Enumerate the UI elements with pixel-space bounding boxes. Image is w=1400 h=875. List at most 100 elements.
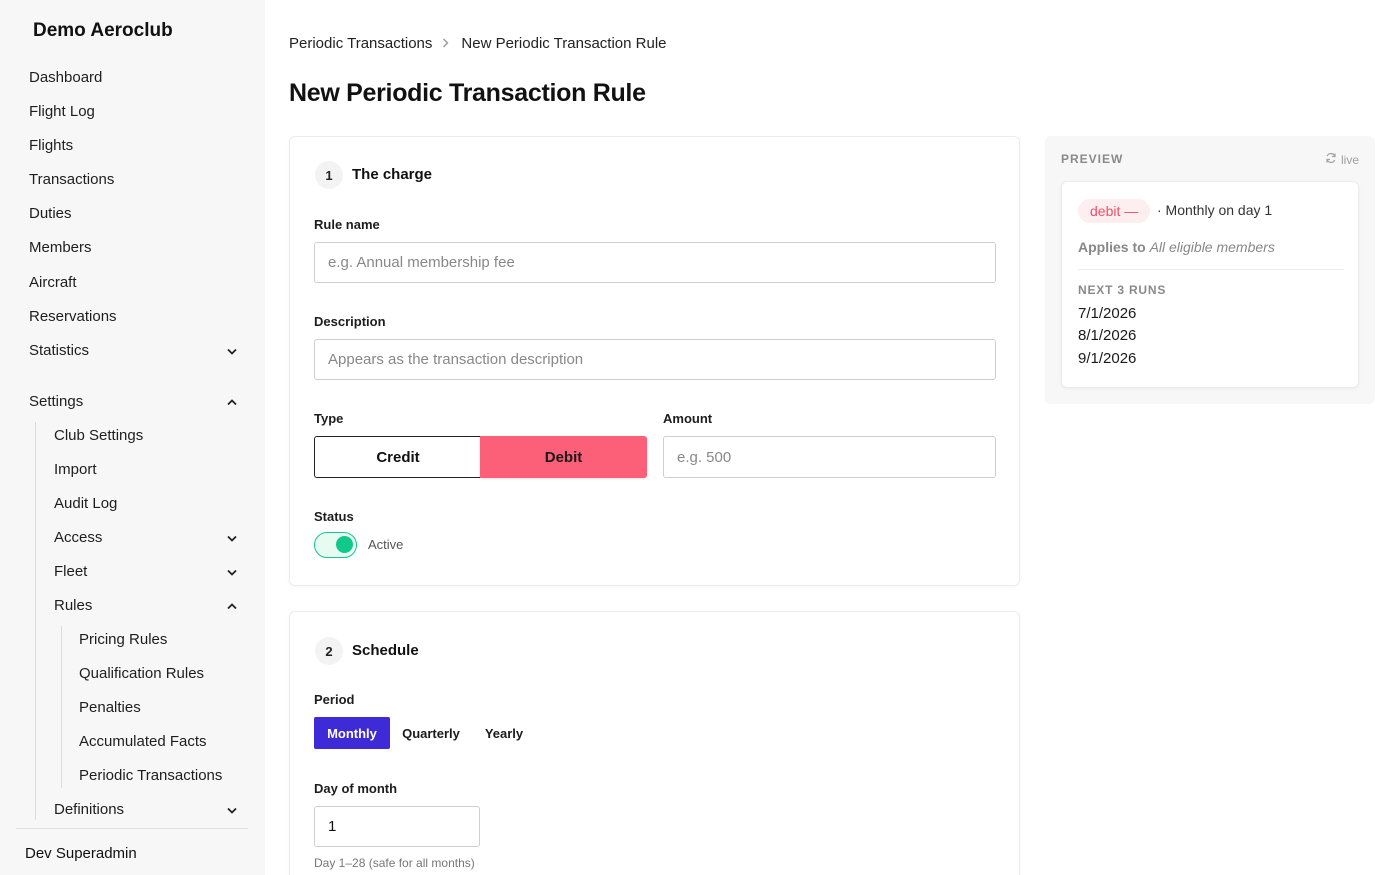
sidebar-item-pricing-rules[interactable]: Pricing Rules [79,628,239,652]
period-quarterly-button[interactable]: Quarterly [394,717,468,749]
sidebar-item-label: Definitions [54,801,125,818]
refresh-icon [1325,152,1337,167]
schedule-summary: · Monthly on day 1 [1157,202,1273,218]
sidebar-item-label: Reservations [29,308,117,325]
sidebar-item-aircraft[interactable]: Aircraft [29,271,239,295]
next-runs-heading: NEXT 3 RUNS [1078,283,1167,297]
preview-divider [1078,269,1344,270]
run-date: 9/1/2026 [1078,350,1137,367]
type-credit-button[interactable]: Credit [314,436,481,478]
chevron-up-icon [225,390,239,414]
rule-name-input[interactable]: e.g. Annual membership fee [314,242,996,283]
run-date: 7/1/2026 [1078,305,1137,322]
tree-line [35,422,36,820]
sidebar-item-label: Members [29,239,92,256]
sidebar-item-label: Flights [29,137,74,154]
day-of-month-hint: Day 1–28 (safe for all months) [314,856,475,870]
step-number: 1 [315,161,343,189]
sidebar-item-transactions[interactable]: Transactions [29,168,239,192]
sidebar-item-access[interactable]: Access [54,526,239,550]
applies-target: All eligible members [1149,239,1275,255]
preview-heading: PREVIEW [1061,152,1124,166]
sidebar-item-label: Transactions [29,171,115,188]
sidebar-item-label: Statistics [29,342,90,359]
sidebar-item-import[interactable]: Import [54,458,239,482]
toggle-knob [336,536,353,553]
sidebar-item-label: Settings [29,393,84,410]
sidebar-item-audit-log[interactable]: Audit Log [54,492,239,516]
sidebar-divider [16,828,248,829]
type-label: Type [314,411,344,426]
sidebar-item-club-settings[interactable]: Club Settings [54,424,239,448]
period-monthly-button[interactable]: Monthly [314,717,390,749]
sidebar-item-reservations[interactable]: Reservations [29,305,239,329]
sidebar-item-accumulated-facts[interactable]: Accumulated Facts [79,730,239,754]
amount-input[interactable]: e.g. 500 [663,436,996,478]
status-label: Status [314,509,354,524]
preview-panel: PREVIEW live debit — · Monthly on day 1 … [1045,136,1375,404]
sidebar-item-flight-log[interactable]: Flight Log [29,100,239,124]
charge-card: 1 The charge Rule name e.g. Annual membe… [289,136,1020,586]
schedule-card: 2 Schedule Period Monthly Quarterly Year… [289,611,1020,875]
sidebar-item-label: Pricing Rules [79,631,168,648]
sidebar-item-label: Penalties [79,699,141,716]
sidebar-item-label: Access [54,529,103,546]
status-toggle[interactable] [314,532,357,558]
type-debit-button[interactable]: Debit [480,436,647,478]
sidebar-item-label: Accumulated Facts [79,733,207,750]
breadcrumb-current: New Periodic Transaction Rule [461,34,667,52]
sidebar-item-rules[interactable]: Rules [54,594,239,618]
description-label: Description [314,314,386,329]
club-name: Demo Aeroclub [33,20,173,41]
chevron-down-icon [225,560,239,584]
step-number: 2 [315,637,343,665]
sidebar-item-label: Qualification Rules [79,665,205,682]
rule-name-label: Rule name [314,217,380,232]
sidebar-item-qualification-rules[interactable]: Qualification Rules [79,662,239,686]
chevron-down-icon [225,526,239,550]
section-title: Schedule [352,642,419,659]
description-input[interactable]: Appears as the transaction description [314,339,996,380]
sidebar-item-definitions[interactable]: Definitions [54,798,239,822]
sidebar-item-label: Duties [29,205,72,222]
sidebar-item-label: Flight Log [29,103,95,120]
sidebar-item-periodic-transactions[interactable]: Periodic Transactions [79,764,239,788]
live-label: live [1340,152,1359,167]
sidebar-item-label: Periodic Transactions [79,767,223,784]
sidebar-item-label: Club Settings [54,427,144,444]
sidebar-item-label: Fleet [54,563,88,580]
day-of-month-input[interactable]: 1 [314,806,480,847]
run-date: 8/1/2026 [1078,327,1137,344]
sidebar-item-dashboard[interactable]: Dashboard [29,66,239,90]
sidebar-item-fleet[interactable]: Fleet [54,560,239,584]
sidebar-item-label: Import [54,461,97,478]
sidebar: Demo Aeroclub Dashboard Flight Log Fligh… [0,0,265,875]
breadcrumb: Periodic Transactions New Periodic Trans… [289,33,667,53]
page-title: New Periodic Transaction Rule [289,79,646,107]
amount-label: Amount [663,411,713,426]
live-indicator: live [1325,152,1359,167]
sidebar-item-settings[interactable]: Settings [29,390,239,414]
sidebar-item-flights[interactable]: Flights [29,134,239,158]
day-of-month-label: Day of month [314,781,398,796]
sidebar-item-duties[interactable]: Duties [29,202,239,226]
sidebar-item-statistics[interactable]: Statistics [29,339,239,363]
sidebar-item-members[interactable]: Members [29,236,239,260]
sidebar-item-label: Rules [54,597,93,614]
sidebar-item-label: Dashboard [29,69,103,86]
period-label: Period [314,692,355,707]
section-title: The charge [352,166,433,183]
chevron-down-icon [225,798,239,822]
tree-line [61,626,62,788]
sidebar-item-label: Aircraft [29,274,77,291]
breadcrumb-link-periodic-transactions[interactable]: Periodic Transactions [289,35,432,52]
applies-to: Applies to All eligible members [1078,239,1275,255]
period-yearly-button[interactable]: Yearly [476,717,532,749]
chevron-right-icon [442,38,449,48]
preview-card: debit — · Monthly on day 1 Applies to Al… [1061,181,1359,388]
user-name[interactable]: Dev Superadmin [25,845,137,862]
chevron-down-icon [225,339,239,363]
status-value: Active [368,537,404,552]
applies-prefix: Applies to [1078,239,1146,255]
sidebar-item-penalties[interactable]: Penalties [79,696,239,720]
